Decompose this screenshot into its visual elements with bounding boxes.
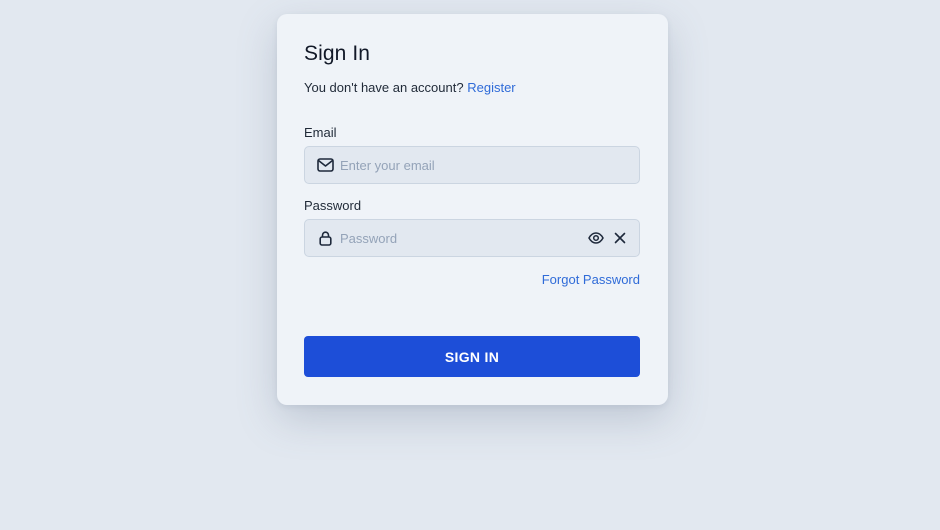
signin-card: Sign In You don't have an account? Regis… (277, 14, 668, 405)
password-field-container (304, 219, 640, 257)
forgot-password-link[interactable]: Forgot Password (542, 272, 640, 287)
register-prompt: You don't have an account? Register (304, 80, 641, 95)
page-title: Sign In (304, 42, 371, 65)
password-field[interactable] (340, 220, 587, 256)
mail-icon (316, 156, 334, 174)
forgot-password-row: Forgot Password (304, 272, 640, 287)
close-icon[interactable] (611, 229, 629, 247)
email-field[interactable] (340, 147, 639, 183)
lock-icon (316, 229, 334, 247)
email-field-container (304, 146, 640, 184)
email-label: Email (304, 125, 337, 140)
eye-icon[interactable] (587, 229, 605, 247)
sign-in-button[interactable]: SIGN IN (304, 336, 640, 377)
no-account-text: You don't have an account? (304, 80, 464, 95)
password-label: Password (304, 198, 362, 213)
register-link[interactable]: Register (467, 80, 515, 95)
